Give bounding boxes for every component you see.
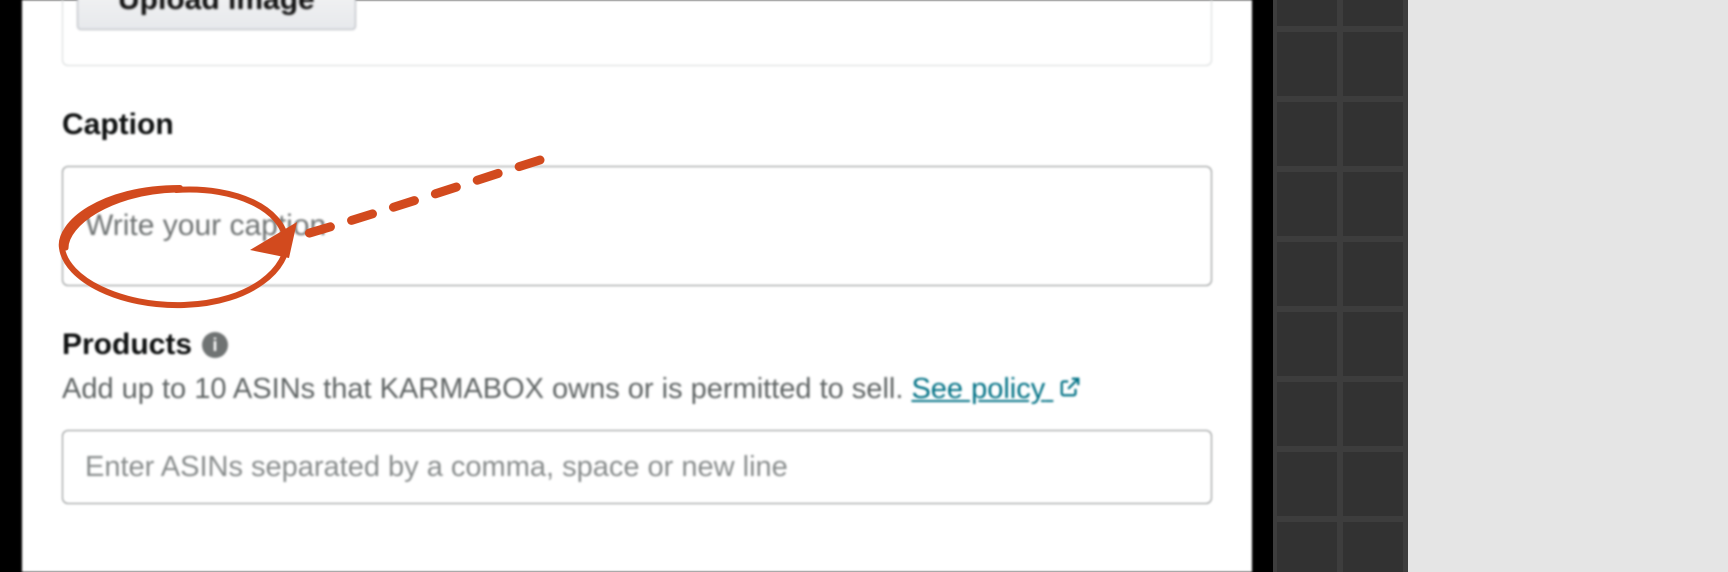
info-icon[interactable]: i bbox=[202, 332, 228, 358]
asin-input[interactable]: Enter ASINs separated by a comma, space … bbox=[62, 430, 1212, 504]
caption-placeholder: Write your caption bbox=[85, 209, 326, 243]
products-label: Products bbox=[62, 328, 192, 362]
asin-placeholder: Enter ASINs separated by a comma, space … bbox=[85, 451, 788, 484]
see-policy-link[interactable]: See policy bbox=[911, 373, 1081, 405]
see-policy-text: See policy bbox=[911, 373, 1045, 405]
caption-label: Caption bbox=[62, 108, 1212, 142]
right-gutter bbox=[1408, 0, 1728, 572]
dark-grid-panel bbox=[1273, 0, 1408, 572]
products-description-text: Add up to 10 ASINs that KARMABOX owns or… bbox=[62, 373, 911, 405]
external-link-icon bbox=[1059, 370, 1081, 408]
products-label-row: Products i bbox=[62, 328, 1212, 362]
products-description: Add up to 10 ASINs that KARMABOX owns or… bbox=[62, 370, 1212, 408]
form-panel: Upload image Caption Write your caption … bbox=[22, 0, 1252, 572]
caption-input[interactable]: Write your caption bbox=[62, 166, 1212, 286]
upload-image-card: Upload image bbox=[62, 0, 1212, 66]
upload-image-button[interactable]: Upload image bbox=[77, 0, 356, 30]
